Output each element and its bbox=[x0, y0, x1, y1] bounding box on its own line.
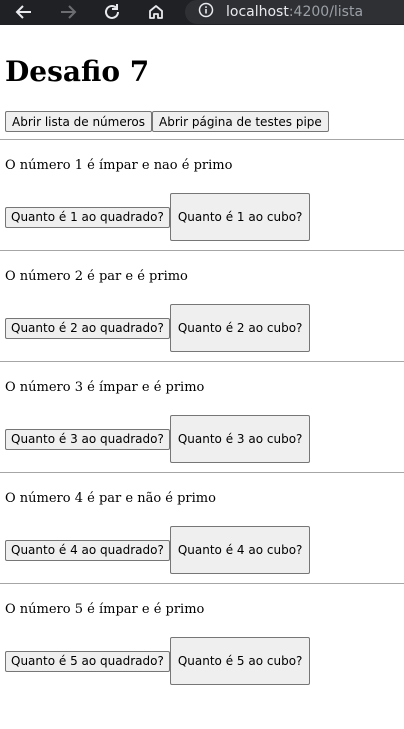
number-item: O número 2 é par e é primo Quanto é 2 ao… bbox=[5, 251, 404, 361]
square-button[interactable]: Quanto é 2 ao quadrado? bbox=[5, 317, 170, 339]
open-pipe-test-button[interactable]: Abrir página de testes pipe bbox=[152, 111, 329, 132]
url-host: localhost bbox=[226, 4, 289, 20]
cube-button[interactable]: Quanto é 5 ao cubo? bbox=[169, 637, 311, 685]
url-path: :4200/lista bbox=[288, 4, 364, 20]
open-number-list-button[interactable]: Abrir lista de números bbox=[5, 111, 152, 132]
number-description: O número 3 é ímpar e é primo bbox=[5, 380, 205, 395]
cube-button[interactable]: Quanto é 1 ao cubo? bbox=[169, 193, 311, 241]
cube-button[interactable]: Quanto é 3 ao cubo? bbox=[169, 415, 311, 463]
address-bar[interactable]: localhost:4200/lista bbox=[185, 0, 404, 24]
number-description: O número 1 é ímpar e nao é primo bbox=[5, 158, 233, 173]
number-item: O número 3 é ímpar e é primo Quanto é 3 … bbox=[5, 362, 404, 472]
home-icon[interactable] bbox=[145, 1, 167, 23]
number-description: O número 2 é par e é primo bbox=[5, 269, 188, 284]
cube-button[interactable]: Quanto é 2 ao cubo? bbox=[169, 304, 311, 352]
square-button[interactable]: Quanto é 1 ao quadrado? bbox=[5, 206, 170, 228]
back-arrow-icon[interactable] bbox=[13, 1, 35, 23]
number-item: O número 5 é ímpar e é primo Quanto é 5 … bbox=[5, 584, 404, 694]
square-button[interactable]: Quanto é 4 ao quadrado? bbox=[5, 539, 170, 561]
cube-button[interactable]: Quanto é 4 ao cubo? bbox=[169, 526, 311, 574]
square-button[interactable]: Quanto é 3 ao quadrado? bbox=[5, 428, 170, 450]
forward-arrow-icon[interactable] bbox=[57, 1, 79, 23]
number-item: O número 4 é par e não é primo Quanto é … bbox=[5, 473, 404, 583]
top-actions: Abrir lista de números Abrir página de t… bbox=[5, 111, 404, 133]
number-description: O número 5 é ímpar e é primo bbox=[5, 602, 205, 617]
site-info-icon[interactable] bbox=[198, 2, 214, 22]
page-title: Desafio 7 bbox=[5, 55, 150, 88]
browser-toolbar: localhost:4200/lista bbox=[0, 0, 404, 25]
square-button[interactable]: Quanto é 5 ao quadrado? bbox=[5, 650, 170, 672]
number-description: O número 4 é par e não é primo bbox=[5, 491, 216, 506]
reload-icon[interactable] bbox=[101, 1, 123, 23]
number-item: O número 1 é ímpar e nao é primo Quanto … bbox=[5, 140, 404, 250]
page-content: Desafio 7 Abrir lista de números Abrir p… bbox=[0, 55, 404, 694]
